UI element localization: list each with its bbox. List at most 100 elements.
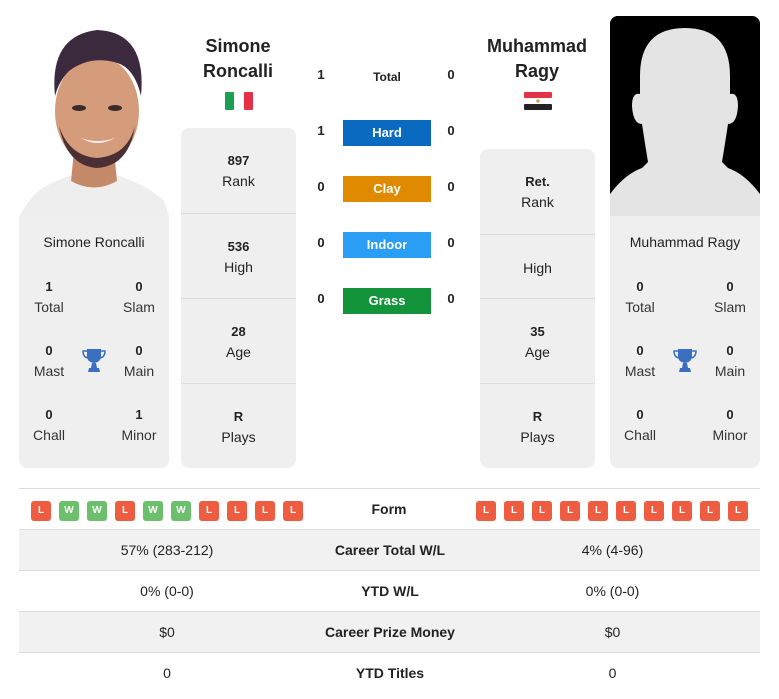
player2-last-name: Ragy xyxy=(514,61,559,81)
player2-name[interactable]: Muhammad Ragy xyxy=(472,34,602,84)
form-badge-win[interactable]: W xyxy=(143,501,163,521)
label: Main xyxy=(714,363,746,379)
player1-value: 0 xyxy=(163,665,171,681)
h2h-grass-p1: 0 xyxy=(317,291,325,306)
egypt-flag-icon xyxy=(524,92,552,110)
form-badge-loss[interactable]: L xyxy=(700,501,720,521)
label: Minor xyxy=(712,427,748,443)
player1-titles-card: Simone Roncalli 1 Total 0 Slam 0 Mast 0 … xyxy=(19,216,169,468)
value: 0 xyxy=(636,343,644,358)
surface-hard-button[interactable]: Hard xyxy=(343,120,431,146)
player2-minor-titles: 0 Minor xyxy=(700,405,760,445)
player2-high: High xyxy=(480,234,595,298)
form-badge-loss[interactable]: L xyxy=(31,501,51,521)
player2-mast-titles: 0 Mast xyxy=(610,341,670,381)
h2h-indoor-p2: 0 xyxy=(447,235,455,250)
value: 0 xyxy=(636,407,644,422)
form-badge-loss[interactable]: L xyxy=(644,501,664,521)
form-badge-loss[interactable]: L xyxy=(560,501,580,521)
value: 35 xyxy=(530,324,545,339)
table-row-ytd-wl: 0% (0-0) YTD W/L 0% (0-0) xyxy=(19,571,760,612)
form-badge-loss[interactable]: L xyxy=(672,501,692,521)
label: Plays xyxy=(221,429,256,445)
form-badge-loss[interactable]: L xyxy=(532,501,552,521)
form-badge-loss[interactable]: L xyxy=(476,501,496,521)
player2-card-name: Muhammad Ragy xyxy=(629,234,741,250)
label: Rank xyxy=(222,173,255,189)
h2h-clay-p1: 0 xyxy=(317,179,325,194)
label: Chall xyxy=(33,427,65,443)
player2-chall-titles: 0 Chall xyxy=(610,405,670,445)
form-badge-win[interactable]: W xyxy=(59,501,79,521)
row-label: Career Prize Money xyxy=(325,624,455,640)
form-badge-loss[interactable]: L xyxy=(115,501,135,521)
value: 1 xyxy=(45,279,53,294)
italy-flag-icon xyxy=(225,92,253,110)
table-row-career-wl: 57% (283-212) Career Total W/L 4% (4-96) xyxy=(19,530,760,571)
player2-slam-titles: 0 Slam xyxy=(700,277,760,317)
value: 1 xyxy=(135,407,143,422)
label: Main xyxy=(123,363,155,379)
form-badge-win[interactable]: W xyxy=(171,501,191,521)
label: Total xyxy=(625,299,655,315)
h2h-total-p1: 1 xyxy=(317,67,325,82)
value: R xyxy=(233,409,244,424)
surface-indoor-button[interactable]: Indoor xyxy=(343,232,431,258)
player2-value: 4% (4-96) xyxy=(581,542,644,558)
player2-first-name: Muhammad xyxy=(486,36,587,56)
h2h-hard-p1: 1 xyxy=(317,123,325,138)
surface-grass-button[interactable]: Grass xyxy=(343,288,431,314)
player1-main-titles: 0 Main xyxy=(109,341,169,381)
h2h-grass-p2: 0 xyxy=(447,291,455,306)
form-row: LWWLWWLLLL Form LLLLLLLLLL xyxy=(19,489,760,530)
label: Mast xyxy=(624,363,656,379)
label: Chall xyxy=(624,427,656,443)
label: Plays xyxy=(520,429,555,445)
surface-clay-button[interactable]: Clay xyxy=(343,176,431,202)
value: 0 xyxy=(636,279,644,294)
h2h-indoor-p1: 0 xyxy=(317,235,325,250)
trophy-icon xyxy=(82,349,106,372)
form-badge-loss[interactable]: L xyxy=(255,501,275,521)
form-badge-loss[interactable]: L xyxy=(199,501,219,521)
player2-total-titles: 0 Total xyxy=(610,277,670,317)
label: High xyxy=(523,260,552,276)
form-badge-loss[interactable]: L xyxy=(504,501,524,521)
label: High xyxy=(224,259,253,275)
form-badge-loss[interactable]: L xyxy=(227,501,247,521)
player1-last-name: Roncalli xyxy=(202,61,273,81)
player2-main-titles: 0 Main xyxy=(700,341,760,381)
value: 536 xyxy=(227,239,250,254)
player1-slam-titles: 0 Slam xyxy=(109,277,169,317)
form-badge-loss[interactable]: L xyxy=(616,501,636,521)
value: Ret. xyxy=(525,174,550,189)
form-badge-loss[interactable]: L xyxy=(728,501,748,521)
player1-plays: R Plays xyxy=(181,383,296,468)
player1-total-titles: 1 Total xyxy=(19,277,79,317)
player1-value: $0 xyxy=(159,624,175,640)
player1-value: 57% (283-212) xyxy=(120,542,214,558)
trophy-icon xyxy=(673,349,697,372)
label: Total xyxy=(34,299,64,315)
player1-minor-titles: 1 Minor xyxy=(109,405,169,445)
table-row-prize-money: $0 Career Prize Money $0 xyxy=(19,612,760,653)
player1-chall-titles: 0 Chall xyxy=(19,405,79,445)
form-badge-win[interactable]: W xyxy=(87,501,107,521)
player1-high: 536 High xyxy=(181,213,296,298)
player1-value: 0% (0-0) xyxy=(140,583,194,599)
player1-first-name: Simone xyxy=(205,36,271,56)
form-badge-loss[interactable]: L xyxy=(588,501,608,521)
value: 0 xyxy=(45,343,53,358)
player2-stats-column: Ret. Rank High 35 Age R Plays xyxy=(480,149,595,468)
player2-value: 0% (0-0) xyxy=(585,583,640,599)
player1-name[interactable]: Simone Roncalli xyxy=(173,34,303,84)
form-label: Form xyxy=(371,501,407,517)
label: Age xyxy=(525,344,550,360)
value: 0 xyxy=(135,279,143,294)
player2-photo xyxy=(610,16,760,216)
value: 28 xyxy=(231,324,246,339)
form-badge-loss[interactable]: L xyxy=(283,501,303,521)
label: Minor xyxy=(121,427,157,443)
player2-titles-card: Muhammad Ragy 0 Total 0 Slam 0 Mast 0 Ma… xyxy=(610,216,760,468)
player2-value: 0 xyxy=(608,665,617,681)
